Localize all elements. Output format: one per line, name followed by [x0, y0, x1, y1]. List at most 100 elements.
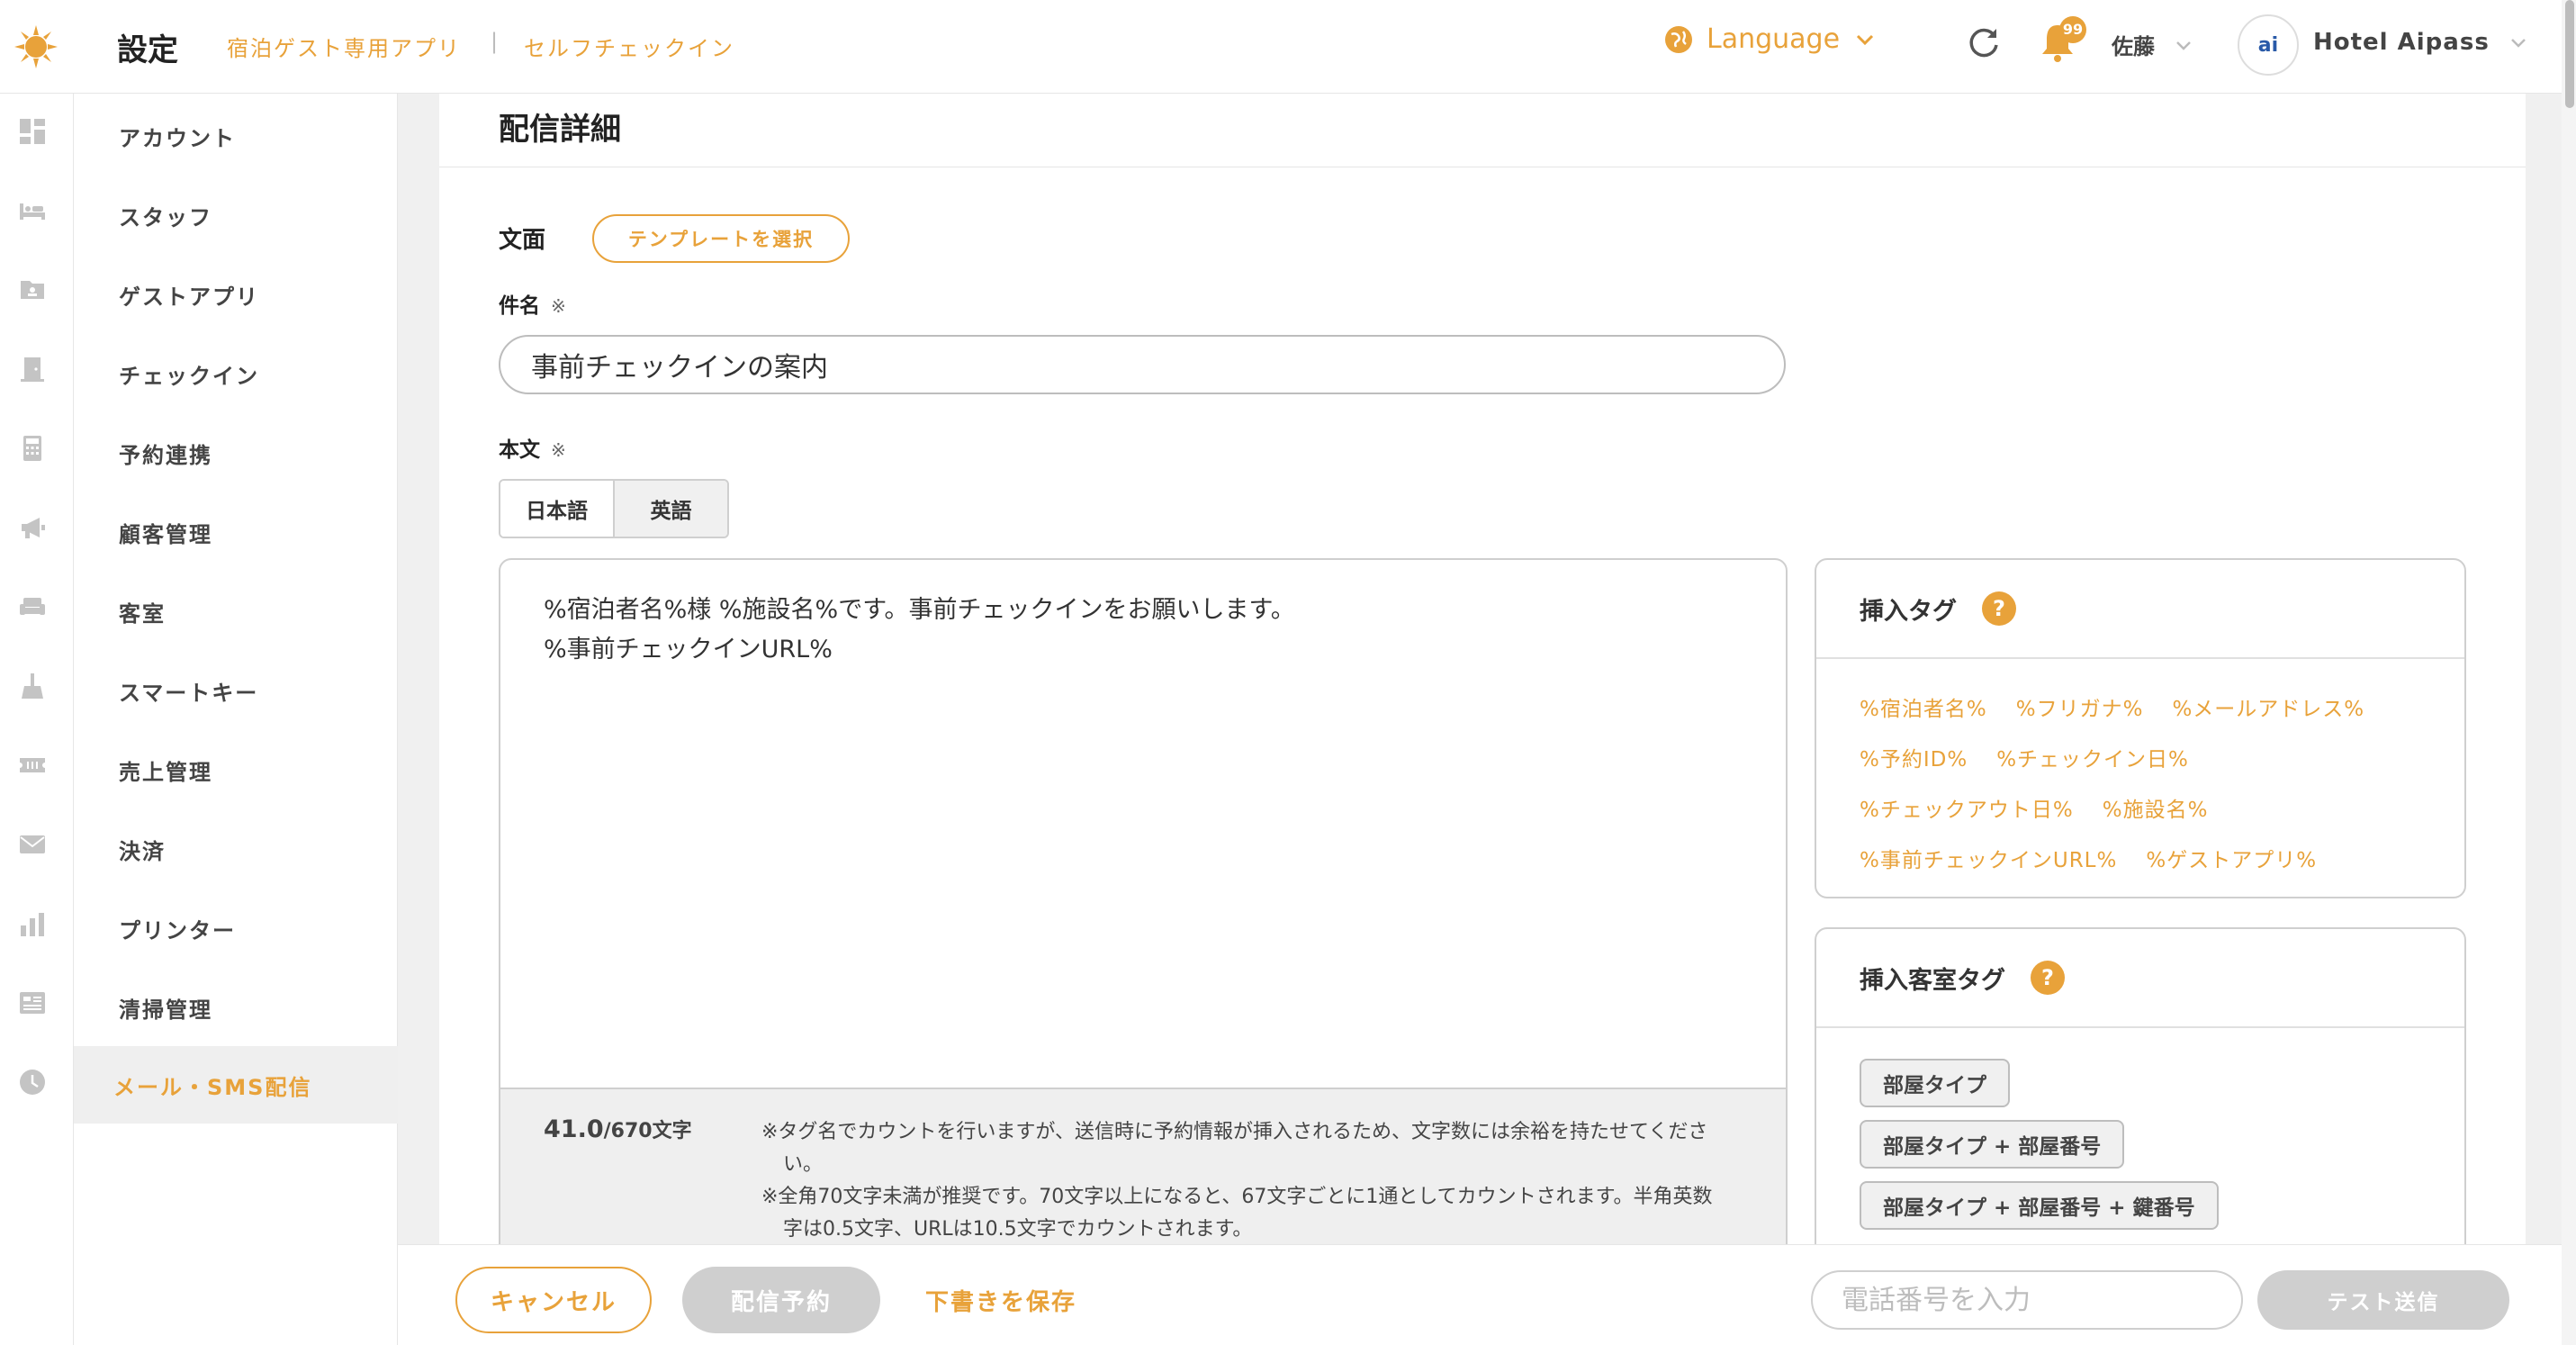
room-tag[interactable]: 部屋タイプ + 部屋番号	[1860, 1120, 2125, 1169]
dashboard-icon[interactable]	[18, 117, 47, 146]
room-tag[interactable]: 部屋タイプ	[1860, 1059, 2010, 1107]
sidebar-item-staff[interactable]: スタッフ	[74, 176, 398, 254]
delivery-detail-card: 配信詳細 文面 テンプレートを選択 件名 ※ 本文 ※ 日本語 英語 %宿泊者名%様…	[439, 94, 2526, 1305]
subject-label-text: 件名	[499, 294, 540, 318]
bed-icon[interactable]	[18, 196, 47, 225]
room-tag[interactable]: 部屋タイプ + 部屋番号 + 鍵番号	[1860, 1181, 2219, 1230]
count-note: ※全角70文字未満が推奨です。70文字以上になると、67文字ごとに1通としてカウ…	[761, 1186, 1713, 1241]
sidebar-item-payment[interactable]: 決済	[74, 810, 398, 888]
sidebar-item-account[interactable]: アカウント	[74, 97, 398, 175]
sidebar-item-printer[interactable]: プリンター	[74, 889, 398, 967]
list-card-icon[interactable]	[18, 988, 47, 1017]
sun-logo-icon	[14, 25, 58, 68]
insert-tags-panel: 挿入タグ ? %宿泊者名% %フリガナ% %メールアドレス% %予約ID% %チ…	[1815, 558, 2466, 898]
subject-label: 件名 ※	[499, 288, 566, 319]
help-icon[interactable]: ?	[1982, 591, 2016, 626]
ticket-icon[interactable]	[18, 751, 47, 780]
broom-icon[interactable]	[18, 672, 47, 700]
header-separator: |	[491, 29, 499, 54]
insert-tag[interactable]: %チェックアウト日%	[1860, 785, 2074, 835]
self-checkin-link[interactable]: セルフチェックイン	[524, 31, 734, 62]
character-count-unit: /670文字	[603, 1120, 692, 1142]
sidebar-item-rooms[interactable]: 客室	[74, 573, 398, 650]
door-icon[interactable]	[18, 355, 47, 384]
body-editor: %宿泊者名%様 %施設名%です。事前チェックインをお願いします。 %事前チェック…	[499, 558, 1788, 1278]
sidebar-item-guest-app[interactable]: ゲストアプリ	[74, 256, 398, 333]
chevron-down-icon	[1857, 34, 1874, 45]
required-mark: ※	[551, 439, 566, 461]
megaphone-icon[interactable]	[18, 513, 47, 542]
guest-card-icon[interactable]	[18, 275, 47, 304]
sidebar-item-mail-sms[interactable]: メール・SMS配信	[74, 1046, 398, 1124]
save-draft-button[interactable]: 下書きを保存	[902, 1267, 1100, 1333]
character-count: 41.0/670文字	[544, 1115, 692, 1143]
settings-sidebar: アカウント スタッフ ゲストアプリ チェックイン 予約連携 顧客管理 客室 スマ…	[74, 94, 398, 1345]
insert-tag[interactable]: %施設名%	[2103, 785, 2209, 835]
insert-room-tags-header: 挿入客室タグ ?	[1816, 929, 2464, 1028]
card-header: 配信詳細	[439, 94, 2526, 167]
subject-input[interactable]	[499, 335, 1786, 394]
character-count-value: 41.0	[544, 1115, 604, 1143]
text-label: 文面	[499, 227, 546, 254]
icon-rail	[0, 94, 74, 1345]
chevron-down-icon	[2176, 41, 2191, 50]
body-label: 本文 ※	[499, 432, 566, 463]
sidebar-item-checkin[interactable]: チェックイン	[74, 335, 398, 412]
hotel-name: Hotel Aipass	[2313, 29, 2490, 56]
insert-tag[interactable]: %予約ID%	[1860, 735, 1968, 785]
count-notes: ※タグ名でカウントを行いますが、送信時に予約情報が挿入されるため、文字数には余裕…	[761, 1116, 1725, 1246]
hotel-avatar[interactable]: ai	[2238, 14, 2299, 76]
tab-japanese[interactable]: 日本語	[500, 481, 615, 537]
phone-number-input[interactable]	[1811, 1270, 2243, 1330]
sofa-icon[interactable]	[18, 592, 47, 621]
notification-badge: 99	[2059, 16, 2086, 43]
schedule-delivery-button[interactable]: 配信予約	[682, 1267, 880, 1333]
body-language-tabs: 日本語 英語	[499, 479, 729, 538]
guest-app-link[interactable]: 宿泊ゲスト専用アプリ	[227, 31, 461, 62]
insert-tags-header: 挿入タグ ?	[1816, 560, 2464, 659]
insert-tag[interactable]: %メールアドレス%	[2172, 684, 2364, 735]
bar-chart-icon[interactable]	[18, 909, 47, 938]
required-mark: ※	[551, 295, 566, 317]
user-name: 佐藤	[2112, 34, 2155, 59]
help-icon[interactable]: ?	[2031, 961, 2065, 995]
sidebar-item-reservation-link[interactable]: 予約連携	[74, 414, 398, 492]
top-header: 設定 宿泊ゲスト専用アプリ | セルフチェックイン Language 99 佐藤…	[0, 0, 2576, 94]
language-label: Language	[1707, 23, 1841, 55]
insert-tags-list: %宿泊者名% %フリガナ% %メールアドレス% %予約ID% %チェックイン日%…	[1816, 659, 2464, 895]
insert-tag[interactable]: %宿泊者名%	[1860, 684, 1987, 735]
body-textarea[interactable]: %宿泊者名%様 %施設名%です。事前チェックインをお願いします。 %事前チェック…	[544, 591, 1295, 670]
sidebar-item-sales[interactable]: 売上管理	[74, 731, 398, 808]
room-tags-list: 部屋タイプ 部屋タイプ + 部屋番号 部屋タイプ + 部屋番号 + 鍵番号	[1816, 1028, 2464, 1260]
chevron-down-icon	[2510, 39, 2526, 48]
language-selector[interactable]: Language	[1663, 23, 1878, 55]
select-template-button[interactable]: テンプレートを選択	[592, 214, 850, 263]
tab-english[interactable]: 英語	[615, 481, 727, 537]
globe-icon	[1665, 25, 1692, 53]
cancel-button[interactable]: キャンセル	[455, 1267, 652, 1333]
user-menu[interactable]: 佐藤	[2112, 29, 2194, 60]
clock-icon[interactable]	[18, 1068, 47, 1097]
insert-tag[interactable]: %事前チェックインURL%	[1860, 835, 2117, 886]
scrollbar-track[interactable]	[2562, 0, 2576, 1345]
mail-icon[interactable]	[18, 830, 47, 859]
card-title: 配信詳細	[499, 112, 621, 148]
action-footer: キャンセル 配信予約 下書きを保存 テスト送信	[398, 1244, 2576, 1345]
insert-tag[interactable]: %ゲストアプリ%	[2146, 835, 2317, 886]
sidebar-item-customers[interactable]: 顧客管理	[74, 493, 398, 571]
insert-tag[interactable]: %フリガナ%	[2016, 684, 2144, 735]
refresh-icon[interactable]	[1964, 23, 2004, 63]
sidebar-item-cleaning[interactable]: 清掃管理	[74, 969, 398, 1046]
sidebar-item-smart-key[interactable]: スマートキー	[74, 652, 398, 729]
hotel-menu[interactable]: Hotel Aipass	[2313, 29, 2529, 56]
test-send-button[interactable]: テスト送信	[2257, 1270, 2509, 1330]
calculator-icon[interactable]	[18, 434, 47, 463]
insert-tags-title: 挿入タグ	[1860, 597, 1957, 626]
body-label-text: 本文	[499, 438, 540, 462]
scrollbar-thumb[interactable]	[2565, 0, 2574, 108]
count-note: ※タグ名でカウントを行いますが、送信時に予約情報が挿入されるため、文字数には余裕…	[761, 1121, 1708, 1176]
insert-room-tags-title: 挿入客室タグ	[1860, 966, 2005, 995]
aipass-logo[interactable]	[0, 0, 72, 94]
page-title: 設定	[117, 32, 178, 68]
insert-tag[interactable]: %チェックイン日%	[1996, 735, 2189, 785]
